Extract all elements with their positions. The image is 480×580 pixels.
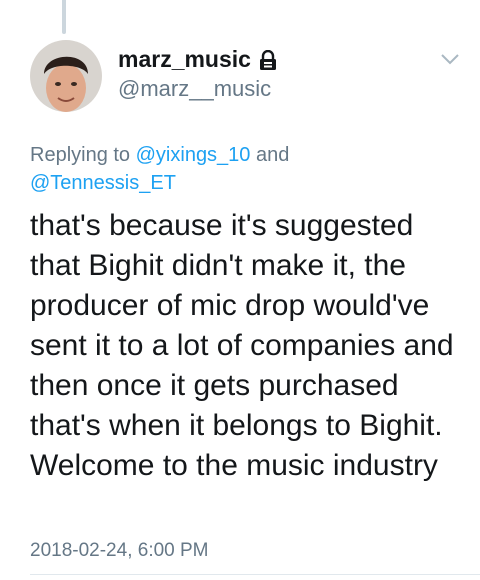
reply-context: Replying to @yixings_10 and (30, 142, 450, 168)
display-name[interactable]: marz_music (118, 46, 251, 73)
reply-joiner: and (256, 144, 290, 166)
divider (30, 574, 480, 575)
reply-context-continued: @Tennessis_ET (30, 170, 450, 196)
display-name-row[interactable]: marz_music (118, 46, 277, 73)
mention-link[interactable]: @yixings_10 (136, 144, 251, 166)
tweet-text-line: Welcome to the music industry (30, 449, 438, 482)
tweet-text-line: sent it to a lot of companies and (30, 329, 454, 362)
tweet-text: that's because it's suggested that Bighi… (30, 206, 470, 486)
avatar-image (30, 40, 102, 112)
avatar[interactable] (30, 40, 102, 112)
tweet-text-line: that Bighit didn't make it, the (30, 249, 406, 282)
tweet-text-line: then once it gets purchased (30, 369, 399, 402)
lock-icon (259, 49, 277, 70)
chevron-down-icon[interactable] (440, 52, 460, 66)
tweet-text-line: producer of mic drop would've (30, 289, 430, 322)
reply-prefix: Replying to (30, 144, 131, 166)
tweet-text-line: that's because it's suggested (30, 209, 414, 242)
thread-connector-line (62, 0, 66, 34)
user-handle[interactable]: @marz__music (118, 76, 271, 102)
mention-link[interactable]: @Tennessis_ET (30, 172, 176, 194)
tweet-text-line: that's when it belongs to Bighit. (30, 409, 443, 442)
tweet-timestamp[interactable]: 2018-02-24, 6:00 PM (30, 540, 209, 562)
